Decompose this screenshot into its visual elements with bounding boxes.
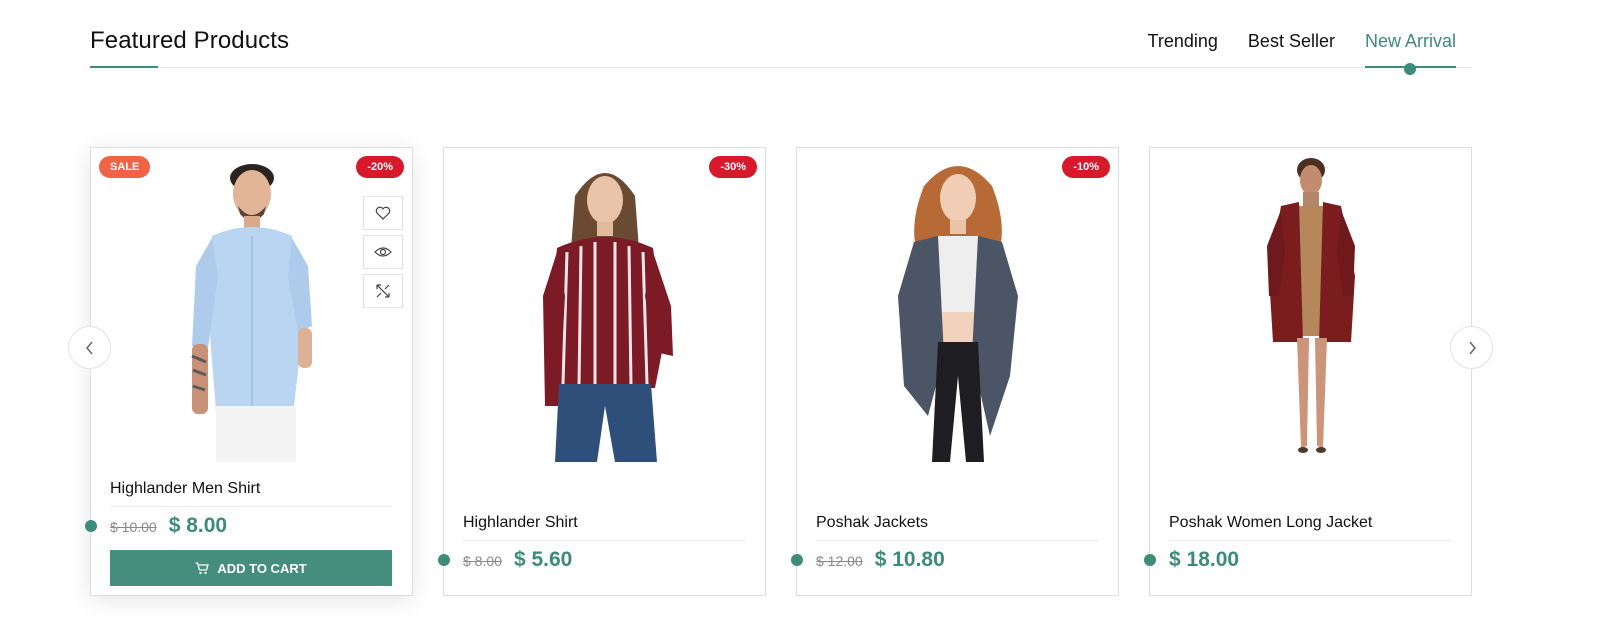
price-row: $ 18.00 [1144, 548, 1240, 572]
active-tab-indicator [1404, 63, 1417, 75]
new-price: $ 5.60 [513, 548, 573, 571]
add-to-cart-button[interactable]: ADD TO CART [110, 550, 392, 586]
compare-button[interactable] [363, 274, 403, 308]
heart-icon [375, 206, 391, 220]
section-title: Featured Products [90, 27, 290, 54]
quick-view-button[interactable] [363, 235, 403, 269]
price-marker [791, 554, 803, 566]
sale-badge: SALE [99, 156, 151, 178]
price-marker [1144, 554, 1156, 566]
old-price: $ 12.00 [816, 553, 863, 569]
chevron-left-icon [85, 341, 93, 354]
carousel-prev-button[interactable] [68, 326, 111, 369]
compare-icon [376, 284, 390, 298]
product-name[interactable]: Poshak Jackets [816, 514, 1098, 541]
cart-icon [195, 561, 210, 574]
product-name[interactable]: Highlander Shirt [463, 514, 745, 541]
product-name[interactable]: Highlander Men Shirt [110, 480, 392, 507]
eye-icon [374, 247, 392, 257]
product-actions [363, 196, 403, 308]
title-underline [90, 66, 158, 68]
product-image[interactable] [444, 156, 765, 462]
old-price: $ 10.00 [110, 519, 157, 535]
tab-trending[interactable]: Trending [1148, 31, 1218, 68]
tab-new-arrival[interactable]: New Arrival [1364, 31, 1457, 75]
product-tabs: Trending Best Seller New Arrival [1148, 31, 1457, 75]
product-card[interactable]: -30% Highlander Shirt $ 8.00 $ 5.60 [438, 147, 766, 596]
discount-badge: -20% [356, 156, 404, 178]
product-card[interactable]: SALE -20% Highlander Men Shirt $ 10.00 $… [85, 147, 413, 596]
tab-new-arrival-label: New Arrival [1364, 31, 1456, 51]
old-price: $ 8.00 [463, 553, 502, 569]
woman-maroon-long-jacket-image [1266, 158, 1355, 453]
price-marker [438, 554, 450, 566]
price-row: $ 10.00 $ 8.00 [85, 514, 228, 538]
price-row: $ 12.00 $ 10.80 [791, 548, 945, 572]
section-header: Featured Products Trending Best Seller N… [90, 0, 1472, 75]
man-light-blue-shirt-image [190, 164, 312, 462]
discount-badge: -10% [1062, 156, 1110, 178]
product-image[interactable] [1150, 156, 1471, 462]
new-price: $ 8.00 [168, 514, 228, 537]
new-price: $ 18.00 [1169, 548, 1240, 571]
woman-maroon-striped-shirt-image [542, 173, 673, 462]
price-marker [85, 520, 97, 532]
discount-badge: -30% [709, 156, 757, 178]
tab-best-seller[interactable]: Best Seller [1248, 31, 1335, 68]
wishlist-button[interactable] [363, 196, 403, 230]
product-card[interactable]: Poshak Women Long Jacket $ 18.00 [1144, 147, 1472, 596]
product-name[interactable]: Poshak Women Long Jacket [1169, 514, 1451, 541]
price-row: $ 8.00 $ 5.60 [438, 548, 573, 572]
add-to-cart-label: ADD TO CART [217, 560, 307, 576]
chevron-right-icon [1468, 341, 1476, 354]
new-price: $ 10.80 [874, 548, 945, 571]
woman-grey-jacket-image [897, 166, 1018, 462]
product-image[interactable] [797, 156, 1118, 462]
carousel-next-button[interactable] [1450, 326, 1493, 369]
product-card[interactable]: -10% Poshak Jackets $ 12.00 $ 10.80 [791, 147, 1119, 596]
